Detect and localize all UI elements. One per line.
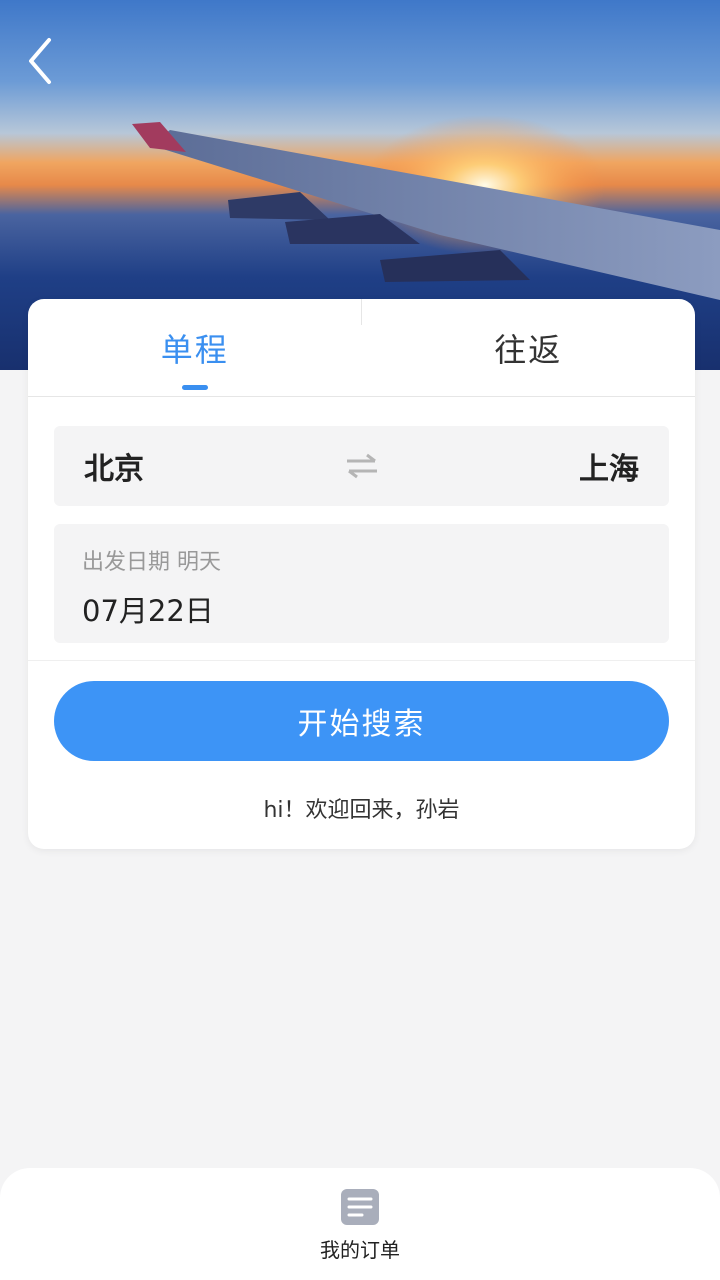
active-tab-indicator <box>181 385 208 390</box>
welcome-message: hi！欢迎回来，孙岩 <box>263 798 460 823</box>
date-label: 出发日期 明天 <box>82 550 221 575</box>
divider <box>28 660 695 661</box>
flight-search-card: 单程 往返 北京 上海 出发日期 明天 07月22日 开始搜索 hi！欢迎回来，… <box>28 299 695 849</box>
arrival-city[interactable]: 上海 <box>579 444 639 488</box>
tab-round-trip[interactable]: 往返 <box>362 299 696 396</box>
search-button[interactable]: 开始搜索 <box>54 681 669 761</box>
my-orders-button[interactable]: 我的订单 <box>320 1188 400 1280</box>
date-value: 07月22日 <box>82 594 214 628</box>
route-selector: 北京 上海 <box>54 426 669 506</box>
departure-date-picker[interactable]: 出发日期 明天 07月22日 <box>54 524 669 643</box>
trip-type-tabs: 单程 往返 <box>28 299 695 397</box>
tab-one-way[interactable]: 单程 <box>28 299 362 396</box>
tab-divider <box>361 299 362 325</box>
document-list-icon <box>341 1189 379 1225</box>
tab-label: 单程 <box>160 330 229 369</box>
swap-arrows-icon <box>346 453 377 479</box>
my-orders-label: 我的订单 <box>320 1238 400 1262</box>
swap-button[interactable] <box>345 453 379 479</box>
chevron-left-icon <box>29 38 51 84</box>
tab-label: 往返 <box>494 330 563 369</box>
departure-city[interactable]: 北京 <box>84 444 144 488</box>
back-button[interactable] <box>18 36 62 86</box>
bottom-navigation: 我的订单 <box>0 1168 720 1280</box>
